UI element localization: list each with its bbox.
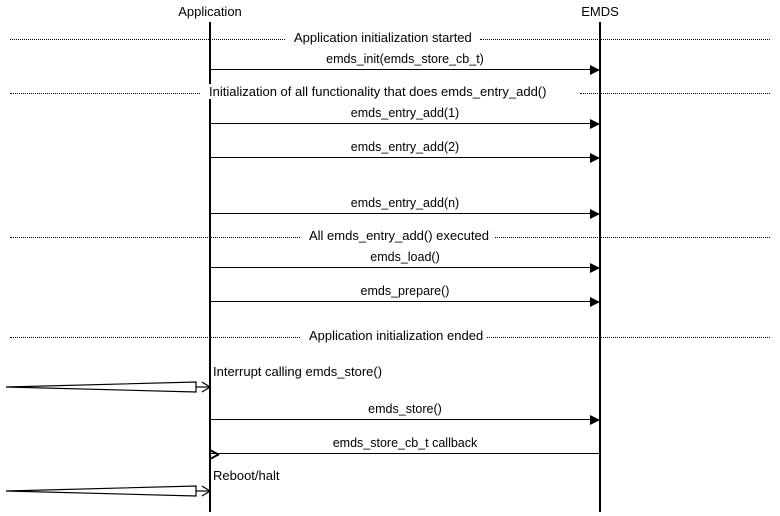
external-call-interrupt	[6, 380, 210, 392]
arrow-right-icon	[590, 65, 600, 75]
arrow-right-icon	[590, 209, 600, 219]
message-entry-add-2: emds_entry_add(2)	[211, 140, 599, 158]
arrow-left-icon	[210, 449, 218, 459]
divider-label: All emds_entry_add() executed	[305, 228, 493, 243]
arrow-right-icon	[590, 297, 600, 307]
divider-label: Initialization of all functionality that…	[205, 84, 550, 99]
message-label: emds_entry_add(1)	[211, 106, 599, 120]
message-store-callback: emds_store_cb_t callback	[211, 436, 599, 454]
note-reboot: Reboot/halt	[213, 468, 280, 483]
message-entry-add-n: emds_entry_add(n)	[211, 196, 599, 214]
sequence-diagram: Application EMDS Application initializat…	[0, 0, 780, 516]
message-label: emds_init(emds_store_cb_t)	[211, 52, 599, 66]
message-entry-add-1: emds_entry_add(1)	[211, 106, 599, 124]
message-label: emds_store()	[211, 402, 599, 416]
arrow-right-icon	[590, 119, 600, 129]
divider-label: Application initialization started	[290, 30, 476, 45]
message-label: emds_entry_add(n)	[211, 196, 599, 210]
participant-application: Application	[160, 4, 260, 19]
participant-emds: EMDS	[560, 4, 640, 19]
arrow-right-icon	[590, 153, 600, 163]
divider-label: Application initialization ended	[305, 328, 487, 343]
note-interrupt: Interrupt calling emds_store()	[213, 364, 382, 379]
message-emds-load: emds_load()	[211, 250, 599, 268]
divider-init-end: Application initialization ended	[10, 328, 770, 346]
message-emds-prepare: emds_prepare()	[211, 284, 599, 302]
message-label: emds_prepare()	[211, 284, 599, 298]
divider-add-end: All emds_entry_add() executed	[10, 228, 770, 246]
divider-init-start: Application initialization started	[10, 30, 770, 48]
message-label: emds_entry_add(2)	[211, 140, 599, 154]
message-emds-init: emds_init(emds_store_cb_t)	[211, 52, 599, 70]
arrow-right-icon	[590, 263, 600, 273]
arrow-right-icon	[590, 415, 600, 425]
external-call-reboot	[6, 484, 210, 496]
message-emds-store: emds_store()	[211, 402, 599, 420]
divider-add-start: Initialization of all functionality that…	[10, 84, 770, 102]
message-label: emds_load()	[211, 250, 599, 264]
message-label: emds_store_cb_t callback	[211, 436, 599, 450]
